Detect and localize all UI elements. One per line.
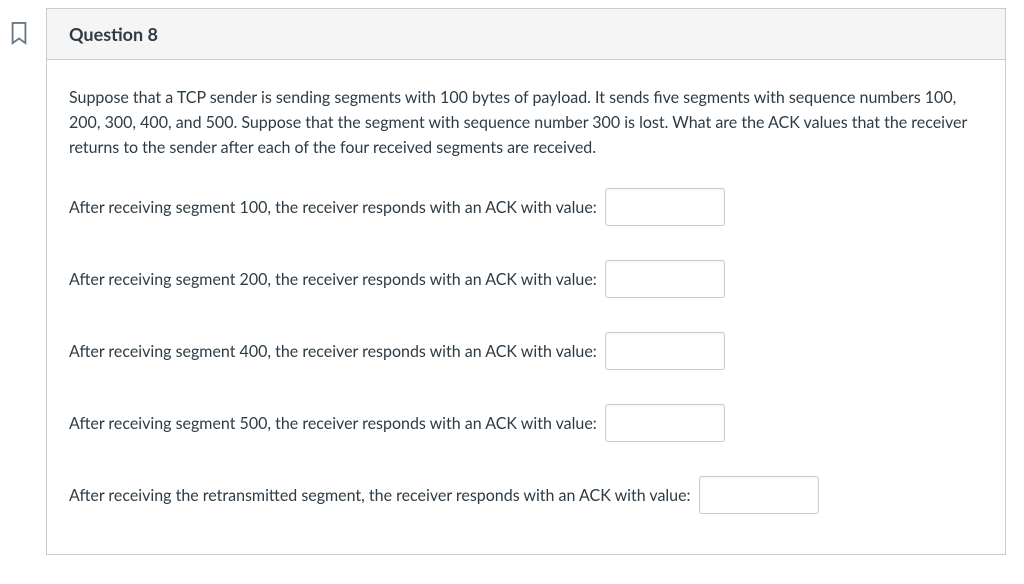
answer-input-5[interactable] bbox=[699, 476, 819, 514]
answer-input-2[interactable] bbox=[605, 260, 725, 298]
answer-row: After receiving segment 100, the receive… bbox=[69, 188, 983, 226]
answer-label: After receiving the retransmitted segmen… bbox=[69, 486, 691, 505]
answer-label: After receiving segment 200, the receive… bbox=[69, 270, 597, 289]
answer-label: After receiving segment 400, the receive… bbox=[69, 342, 597, 361]
question-card: Question 8 Suppose that a TCP sender is … bbox=[46, 8, 1006, 555]
question-prompt: Suppose that a TCP sender is sending seg… bbox=[69, 86, 983, 160]
answer-label: After receiving segment 100, the receive… bbox=[69, 198, 597, 217]
question-header: Question 8 bbox=[47, 9, 1005, 60]
answer-input-1[interactable] bbox=[605, 188, 725, 226]
answer-row: After receiving segment 400, the receive… bbox=[69, 332, 983, 370]
answer-label: After receiving segment 500, the receive… bbox=[69, 414, 597, 433]
question-title: Question 8 bbox=[69, 23, 158, 45]
answer-row: After receiving the retransmitted segmen… bbox=[69, 476, 983, 514]
answer-row: After receiving segment 500, the receive… bbox=[69, 404, 983, 442]
answer-row: After receiving segment 200, the receive… bbox=[69, 260, 983, 298]
answer-input-3[interactable] bbox=[605, 332, 725, 370]
question-body: Suppose that a TCP sender is sending seg… bbox=[47, 60, 1005, 554]
answer-input-4[interactable] bbox=[605, 404, 725, 442]
bookmark-outline-icon bbox=[8, 20, 30, 50]
